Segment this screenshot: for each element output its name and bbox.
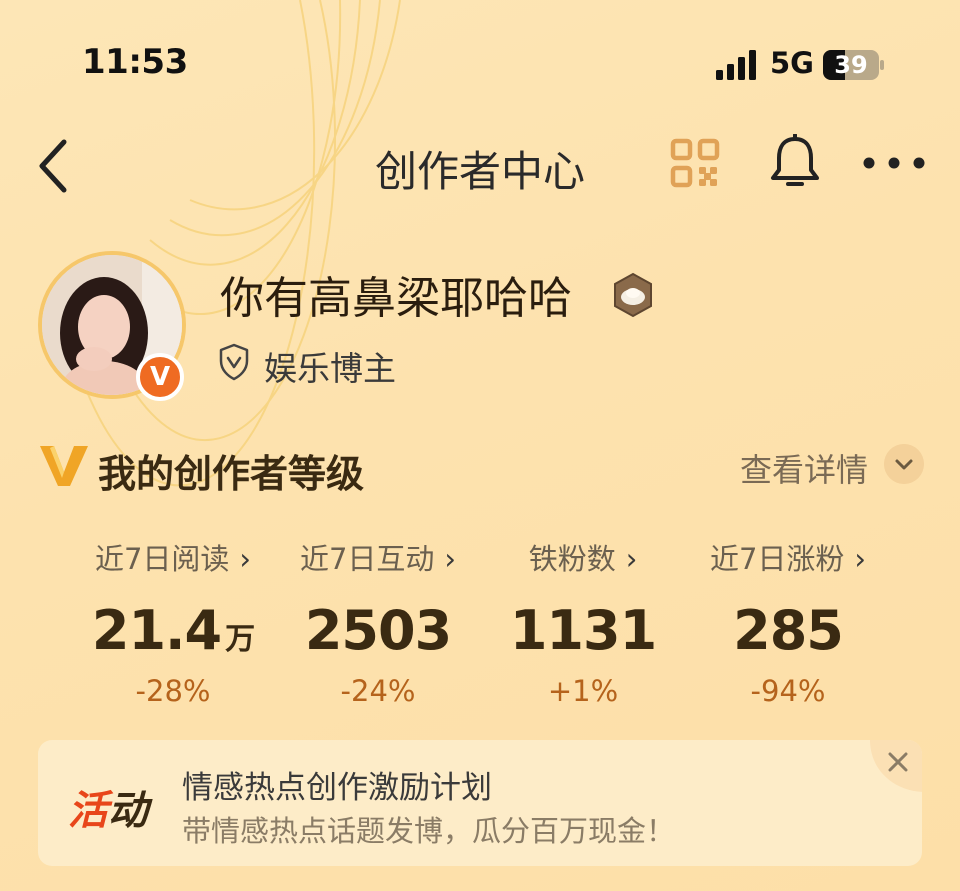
stat-iron-fans[interactable]: 铁粉数 › 1131 +1% (478, 536, 688, 708)
shield-icon (219, 343, 249, 381)
stat-label: 近7日涨粉 (709, 542, 845, 576)
chevron-right-icon: › (854, 542, 867, 576)
activity-tag-part1: 活 (68, 788, 108, 834)
activity-tag: 活动 (68, 778, 148, 836)
view-details-link[interactable]: 查看详情 (740, 445, 868, 491)
stat-value: 2503 (304, 599, 452, 662)
stat-change: -28% (135, 674, 211, 708)
chevron-right-icon: › (444, 542, 457, 576)
username: 你有高鼻梁耶哈哈 (220, 273, 572, 324)
stat-change: -24% (340, 674, 416, 708)
close-icon[interactable] (870, 740, 922, 792)
v-level-icon (40, 446, 88, 486)
activity-subtitle: 带情感热点话题发博，瓜分百万现金！ (182, 814, 676, 848)
stat-label: 近7日互动 (299, 542, 435, 576)
more-icon[interactable] (862, 156, 926, 170)
network-label: 5G (770, 46, 814, 80)
stat-unit: 万 (225, 622, 255, 657)
signal-icon (716, 50, 756, 80)
status-time: 11:53 (82, 42, 188, 82)
stat-label: 近7日阅读 (94, 542, 230, 576)
stat-change: -94% (750, 674, 826, 708)
stat-label: 铁粉数 (528, 542, 616, 576)
stat-change: +1% (547, 674, 619, 708)
stat-interactions[interactable]: 近7日互动 › 2503 -24% (273, 536, 483, 708)
activity-tag-part2: 动 (108, 788, 148, 834)
verified-badge: V (136, 353, 184, 401)
chevron-down-icon[interactable] (884, 444, 924, 484)
stat-new-fans[interactable]: 近7日涨粉 › 285 -94% (683, 536, 893, 708)
battery-icon: 39 (823, 50, 885, 80)
battery-level: 39 (834, 51, 868, 79)
stat-value: 21.4 (91, 599, 222, 662)
role-label: 娱乐博主 (264, 349, 396, 388)
stat-value: 1131 (509, 599, 657, 662)
activity-title: 情感热点创作激励计划 (182, 770, 492, 806)
bell-icon[interactable] (768, 134, 822, 190)
avatar[interactable]: V (38, 251, 186, 401)
stat-reads[interactable]: 近7日阅读 › 21.4 万 -28% (68, 536, 278, 708)
stat-value: 285 (733, 599, 844, 662)
qr-code-icon[interactable] (670, 138, 720, 188)
level-medal-icon[interactable] (610, 272, 656, 318)
creator-level-title: 我的创作者等级 (98, 452, 365, 496)
activity-banner[interactable]: 活动 情感热点创作激励计划 带情感热点话题发博，瓜分百万现金！ (38, 740, 922, 866)
chevron-right-icon: › (239, 542, 252, 576)
chevron-right-icon: › (625, 542, 638, 576)
